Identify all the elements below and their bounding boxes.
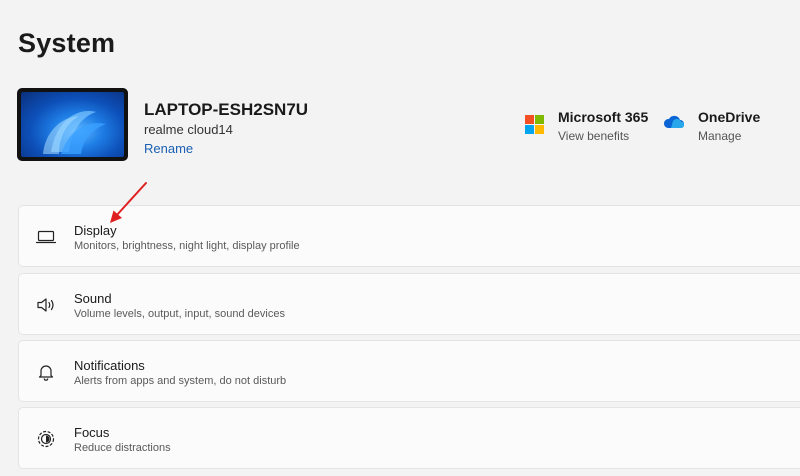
settings-item-title: Sound <box>74 291 112 306</box>
device-thumbnail <box>17 88 128 161</box>
device-model: realme cloud14 <box>144 122 233 137</box>
settings-item-focus[interactable]: Focus Reduce distractions <box>18 407 800 469</box>
settings-item-title: Notifications <box>74 358 145 373</box>
service-title: OneDrive <box>698 109 761 125</box>
service-subtitle: View benefits <box>558 129 630 143</box>
settings-item-title: Focus <box>74 425 110 440</box>
service-title: Microsoft 365 <box>558 109 649 125</box>
onedrive-cloud-icon <box>662 115 685 134</box>
wallpaper-image <box>21 92 124 157</box>
focus-icon <box>35 429 57 449</box>
service-subtitle: Manage <box>698 129 742 143</box>
page-title: System <box>18 28 116 58</box>
settings-item-description: Reduce distractions <box>74 442 171 454</box>
settings-item-sound[interactable]: Sound Volume levels, output, input, soun… <box>18 273 800 335</box>
rename-link[interactable]: Rename <box>144 141 193 156</box>
settings-item-notifications[interactable]: Notifications Alerts from apps and syste… <box>18 340 800 402</box>
device-name: LAPTOP-ESH2SN7U <box>144 100 309 119</box>
microsoft-365-tile[interactable]: Microsoft 365 View benefits <box>525 109 648 143</box>
speaker-icon <box>35 295 57 315</box>
settings-item-description: Monitors, brightness, night light, displ… <box>74 240 300 252</box>
settings-item-display[interactable]: Display Monitors, brightness, night ligh… <box>18 205 800 267</box>
settings-item-title: Display <box>74 223 117 238</box>
settings-item-description: Alerts from apps and system, do not dist… <box>74 375 287 387</box>
microsoft-logo-icon <box>525 115 544 134</box>
bell-icon <box>35 362 57 382</box>
onedrive-tile[interactable]: OneDrive Manage <box>662 109 760 143</box>
settings-item-description: Volume levels, output, input, sound devi… <box>74 308 285 320</box>
laptop-icon <box>35 227 57 247</box>
